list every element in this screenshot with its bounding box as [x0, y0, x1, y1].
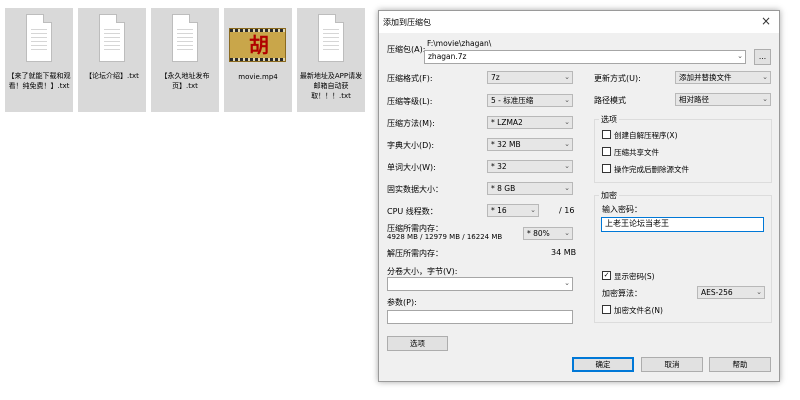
- chevron-down-icon: ⌄: [530, 206, 536, 214]
- options-group-title: 选项: [599, 114, 619, 125]
- memory-usage-detail: 4928 MB / 12979 MB / 16224 MB: [387, 233, 503, 241]
- level-label: 压缩等级(L):: [387, 97, 433, 106]
- ok-button[interactable]: 确定: [572, 357, 634, 372]
- create-sfx-label: 创建自解压程序(X): [614, 131, 678, 140]
- delete-after-label: 操作完成后删除源文件: [614, 165, 689, 174]
- compress-shared-label: 压缩共享文件: [614, 148, 659, 157]
- chevron-down-icon: ⌄: [564, 73, 570, 81]
- cpu-threads-label: CPU 线程数：: [387, 207, 438, 216]
- chevron-down-icon: ⌄: [756, 288, 762, 296]
- word-size-select[interactable]: * 32 ⌄: [487, 160, 573, 173]
- level-select[interactable]: 5 - 标准压缩 ⌄: [487, 94, 573, 107]
- encryption-method-value: AES-256: [701, 288, 733, 297]
- archive-name-combobox[interactable]: zhagan.7z ⌄: [424, 50, 746, 64]
- format-label: 压缩格式(F):: [387, 74, 433, 83]
- file-name: 最新地址及APP请发邮箱自动获取！！！.txt: [299, 72, 363, 100]
- password-input[interactable]: 上老王论坛当老王: [601, 217, 764, 232]
- update-mode-label: 更新方式(U):: [594, 74, 641, 83]
- text-file-icon: [99, 14, 125, 62]
- method-value: * LZMA2: [491, 118, 523, 127]
- dictionary-size-label: 字典大小(D):: [387, 141, 435, 150]
- dictionary-size-value: * 32 MB: [491, 140, 521, 149]
- format-value: 7z: [491, 73, 500, 82]
- path-mode-value: 相对路径: [679, 95, 709, 104]
- update-mode-select[interactable]: 添加并替换文件 ⌄: [675, 71, 771, 84]
- parameters-input[interactable]: [387, 310, 573, 324]
- encryption-group-title: 加密: [599, 190, 619, 201]
- encrypt-filenames-checkbox[interactable]: [602, 305, 611, 314]
- word-size-value: * 32: [491, 162, 507, 171]
- thumbnail-glyph: 胡: [249, 33, 269, 57]
- chevron-down-icon: ⌄: [564, 229, 570, 237]
- file-icon-txt[interactable]: 最新地址及APP请发邮箱自动获取！！！.txt: [297, 8, 365, 112]
- cpu-threads-value: * 16: [491, 206, 507, 215]
- delete-after-checkbox[interactable]: [602, 164, 611, 173]
- method-label: 压缩方法(M):: [387, 119, 435, 128]
- text-file-icon: [172, 14, 198, 62]
- split-size-combobox[interactable]: ⌄: [387, 277, 573, 291]
- decompress-memory-value: 34 MB: [551, 248, 577, 257]
- solid-block-size-label: 固实数据大小：: [387, 185, 443, 194]
- options-button[interactable]: 选项: [387, 336, 448, 351]
- chevron-down-icon: ⌄: [564, 162, 570, 170]
- dictionary-size-select[interactable]: * 32 MB ⌄: [487, 138, 573, 151]
- dialog-title: 添加到压缩包: [383, 18, 431, 27]
- title-bar: 添加到压缩包 ×: [379, 11, 779, 33]
- chevron-down-icon: ⌄: [762, 73, 768, 81]
- close-icon[interactable]: ×: [761, 14, 771, 28]
- method-select[interactable]: * LZMA2 ⌄: [487, 116, 573, 129]
- encryption-method-label: 加密算法：: [602, 289, 642, 298]
- update-mode-value: 添加并替换文件: [679, 73, 732, 82]
- format-select[interactable]: 7z ⌄: [487, 71, 573, 84]
- cpu-threads-total: / 16: [559, 206, 575, 215]
- archive-directory: F:\movie\zhagan\: [427, 39, 492, 48]
- chevron-down-icon: ⌄: [564, 184, 570, 192]
- file-name: movie.mp4: [238, 73, 278, 81]
- video-thumbnail: 胡: [229, 28, 286, 62]
- decompress-memory-label: 解压所需内存：: [387, 249, 443, 258]
- browse-button[interactable]: ...: [754, 49, 771, 65]
- chevron-down-icon: ⌄: [564, 140, 570, 148]
- memory-usage-select[interactable]: * 80% ⌄: [523, 227, 573, 240]
- file-name: 【来了就能下载和观看！纯免费！】.txt: [7, 72, 71, 90]
- memory-usage-value: * 80%: [527, 229, 550, 238]
- path-mode-label: 路径模式: [594, 96, 626, 105]
- chevron-down-icon: ⌄: [762, 95, 768, 103]
- cpu-threads-select[interactable]: * 16 ⌄: [487, 204, 539, 217]
- file-icon-txt[interactable]: 【论坛介绍】.txt: [78, 8, 146, 112]
- encrypt-filenames-label: 加密文件名(N): [614, 306, 663, 315]
- file-name: 【永久地址发布页】.txt: [160, 72, 210, 90]
- compress-shared-checkbox[interactable]: [602, 147, 611, 156]
- encryption-method-select[interactable]: AES-256 ⌄: [697, 286, 765, 299]
- solid-block-size-select[interactable]: * 8 GB ⌄: [487, 182, 573, 195]
- create-sfx-checkbox[interactable]: [602, 130, 611, 139]
- archive-name: zhagan.7z: [428, 52, 467, 61]
- show-password-label: 显示密码(S): [614, 272, 655, 281]
- add-to-archive-dialog: 添加到压缩包 × 压缩包(A): F:\movie\zhagan\ zhagan…: [378, 10, 780, 382]
- archive-label: 压缩包(A):: [387, 45, 426, 54]
- help-button[interactable]: 帮助: [709, 357, 771, 372]
- cancel-button[interactable]: 取消: [641, 357, 703, 372]
- parameters-label: 参数(P):: [387, 298, 417, 307]
- check-icon: ✓: [603, 271, 610, 279]
- chevron-down-icon: ⌄: [737, 52, 743, 60]
- chevron-down-icon: ⌄: [564, 96, 570, 104]
- text-file-icon: [318, 14, 344, 62]
- chevron-down-icon: ⌄: [564, 118, 570, 126]
- level-value: 5 - 标准压缩: [491, 96, 534, 105]
- password-label: 输入密码：: [602, 205, 642, 214]
- file-name: 【论坛介绍】.txt: [85, 72, 139, 80]
- word-size-label: 单词大小(W):: [387, 163, 436, 172]
- chevron-down-icon: ⌄: [564, 279, 570, 287]
- file-icon-txt[interactable]: 【永久地址发布页】.txt: [151, 8, 219, 112]
- solid-block-size-value: * 8 GB: [491, 184, 516, 193]
- show-password-checkbox[interactable]: ✓: [602, 271, 611, 280]
- file-icon-txt[interactable]: 【来了就能下载和观看！纯免费！】.txt: [5, 8, 73, 112]
- text-file-icon: [26, 14, 52, 62]
- path-mode-select[interactable]: 相对路径 ⌄: [675, 93, 771, 106]
- split-size-label: 分卷大小，字节(V):: [387, 267, 458, 276]
- file-icon-video[interactable]: 胡 movie.mp4: [224, 8, 292, 112]
